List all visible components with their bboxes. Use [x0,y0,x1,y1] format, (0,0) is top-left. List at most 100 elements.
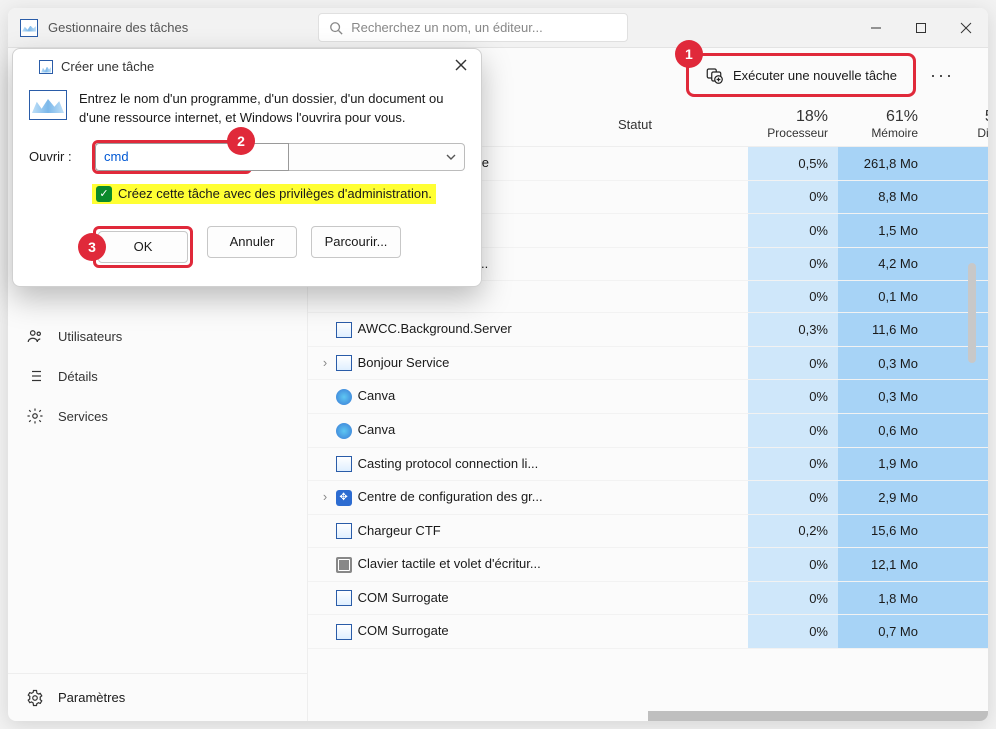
sidebar-item-settings[interactable]: Paramètres [8,673,307,721]
process-name: Bonjour Service [358,355,450,370]
cell-cpu: 0% [748,214,838,248]
cell-name[interactable]: COM Surrogate [308,581,608,615]
cell-cpu: 0% [748,281,838,313]
ok-button[interactable]: OK [98,231,188,263]
cell-name[interactable]: Canva [308,380,608,414]
search-field[interactable]: Recherchez un nom, un éditeur... [318,13,628,42]
cell-status [608,147,748,181]
gear-icon [26,689,44,707]
app-icon [20,19,38,37]
cell-memory: 2,9 Mo [838,481,928,515]
sidebar-item-label: Paramètres [58,690,125,705]
cell-memory: 15,6 Mo [838,514,928,548]
table-row[interactable]: Chargeur CTF0,2%15,6 Mo0 [308,514,988,548]
sidebar-item-services[interactable]: Services [8,396,307,436]
cell-status [608,514,748,548]
table-row[interactable]: Canva0%0,6 Mo0 [308,413,988,447]
cell-disk: 0 [928,214,988,248]
cell-name[interactable]: AWCC.Background.Server [308,313,608,347]
run-new-task-button[interactable]: Exécuter une nouvelle tâche [689,56,913,94]
services-icon [26,407,44,425]
sidebar-item-details[interactable]: Détails [8,356,307,396]
table-row[interactable]: Casting protocol connection li... 0%1,9 M… [308,447,988,481]
table-row[interactable]: Canva0%0,3 Mo0 [308,380,988,414]
cell-disk: 0 [928,281,988,313]
process-icon [336,322,352,338]
maximize-button[interactable] [898,8,943,48]
cell-name[interactable]: Canva [308,413,608,447]
open-input[interactable] [95,143,289,171]
cell-memory: 1,9 Mo [838,447,928,481]
dialog-close-button[interactable] [455,59,467,74]
process-name: Casting protocol connection li... [358,456,539,471]
cell-memory: 0,1 Mo [838,281,928,313]
annotation-3: 3 OK [93,226,193,268]
col-disk[interactable]: 5% Disqu [928,102,988,147]
cell-status [608,380,748,414]
cell-name[interactable]: Casting protocol connection li... [308,447,608,481]
browse-button[interactable]: Parcourir... [311,226,401,258]
table-row[interactable]: COM Surrogate0%0,7 Mo0 [308,615,988,649]
col-memory[interactable]: 61% Mémoire [838,102,928,147]
cell-name[interactable]: COM Surrogate [308,615,608,649]
cell-status [608,313,748,347]
process-name: Canva [358,388,396,403]
table-row[interactable]: AWCC.Background.Server0,3%11,6 Mo0 [308,313,988,347]
annotation-1: 1 Exécuter une nouvelle tâche [686,53,916,97]
cell-name[interactable]: › Bonjour Service [308,346,608,380]
cell-memory: 0,3 Mo [838,380,928,414]
process-name: Canva [358,422,396,437]
annotation-badge-1: 1 [675,40,703,68]
cell-cpu: 0% [748,346,838,380]
chevron-right-icon[interactable]: › [318,489,332,504]
cell-memory: 261,8 Mo [838,147,928,181]
admin-checkbox-row[interactable]: ✓ Créez cette tâche avec des privilèges … [92,184,436,204]
sidebar-item-users[interactable]: Utilisateurs [8,316,307,356]
process-icon: ✥ [336,490,352,506]
col-cpu[interactable]: 18% Processeur [748,102,838,147]
cell-cpu: 0% [748,581,838,615]
cell-cpu: 0% [748,548,838,582]
cell-status [608,346,748,380]
process-icon [336,389,352,405]
process-icon [336,355,352,371]
cell-disk: 0 [928,380,988,414]
dialog-titlebar: Créer une tâche [13,49,481,84]
cell-status [608,548,748,582]
vertical-scrollbar[interactable] [968,263,976,363]
annotation-badge-2: 2 [227,127,255,155]
admin-checkbox[interactable]: ✓ [96,186,112,202]
table-row[interactable]: › Bonjour Service0%0,3 Mo0 [308,346,988,380]
dialog-icon [39,60,53,74]
horizontal-scrollbar[interactable] [648,711,988,721]
open-label: Ouvrir : [29,149,84,164]
cell-status [608,615,748,649]
process-icon [336,456,352,472]
cell-memory: 0,6 Mo [838,413,928,447]
close-button[interactable] [943,8,988,48]
cell-disk: 0 [928,447,988,481]
cell-name[interactable]: › ✥Centre de configuration des gr... [308,481,608,515]
run-task-icon [705,66,723,84]
cell-cpu: 0% [748,447,838,481]
table-row[interactable]: › ✥Centre de configuration des gr...0%2,… [308,481,988,515]
table-row[interactable]: COM Surrogate0%1,8 Mo0 [308,581,988,615]
cell-cpu: 0% [748,615,838,649]
search-placeholder: Recherchez un nom, un éditeur... [351,20,543,35]
cell-status [608,281,748,313]
cell-status [608,481,748,515]
sidebar-item-label: Détails [58,369,98,384]
chevron-right-icon[interactable]: › [318,355,332,370]
cell-disk: 0 [928,548,988,582]
table-row[interactable]: Clavier tactile et volet d'écritur...0%1… [308,548,988,582]
cell-cpu: 0,5% [748,147,838,181]
more-button[interactable]: ··· [926,65,958,86]
col-status[interactable]: Statut [608,102,748,147]
process-name: AWCC.Background.Server [358,321,512,336]
chevron-down-icon [446,152,456,162]
open-dropdown[interactable] [260,143,465,171]
minimize-button[interactable] [853,8,898,48]
cell-name[interactable]: Clavier tactile et volet d'écritur... [308,548,608,582]
cell-name[interactable]: Chargeur CTF [308,514,608,548]
cancel-button[interactable]: Annuler [207,226,297,258]
